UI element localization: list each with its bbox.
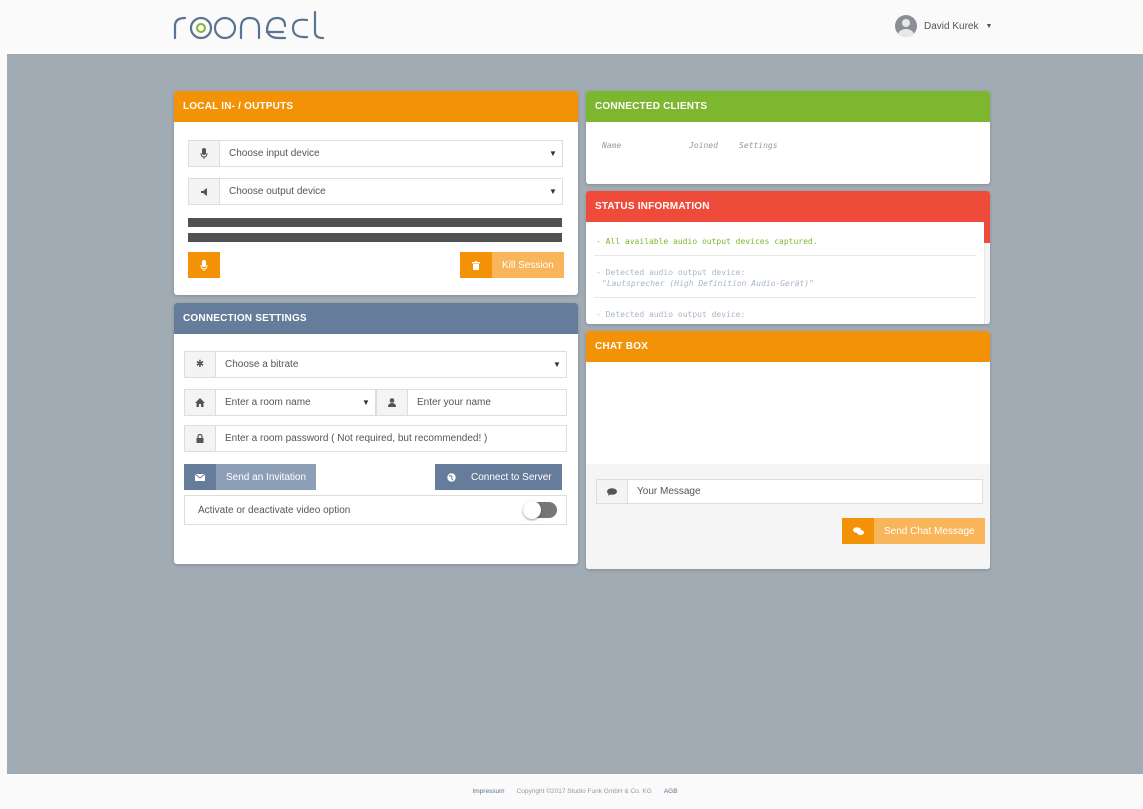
trash-icon bbox=[460, 252, 492, 278]
home-icon bbox=[185, 390, 216, 415]
input-device-text: Choose input device bbox=[229, 148, 320, 159]
input-level-meter bbox=[188, 218, 562, 227]
user-avatar-icon bbox=[895, 15, 917, 37]
kill-session-button[interactable]: Kill Session bbox=[460, 252, 564, 278]
connection-settings-title: CONNECTION SETTINGS bbox=[174, 303, 578, 334]
caret-down-icon: ▼ bbox=[362, 398, 370, 407]
chat-message-text: Your Message bbox=[637, 486, 701, 497]
send-chat-button[interactable]: Send Chat Message bbox=[842, 518, 985, 544]
roonect-logo[interactable]: roonect bbox=[173, 8, 325, 50]
chat-messages-area[interactable] bbox=[586, 362, 990, 464]
status-entry: - Detected audio output device: bbox=[596, 310, 746, 319]
bitrate-text: Choose a bitrate bbox=[225, 359, 299, 370]
impressum-link[interactable]: Impressum bbox=[472, 788, 504, 795]
your-name-input[interactable]: Enter your name bbox=[376, 389, 567, 416]
left-edge-strip bbox=[0, 0, 7, 809]
output-device-select[interactable]: Choose output device ▼ bbox=[188, 178, 563, 205]
your-name-text: Enter your name bbox=[417, 397, 491, 408]
page-footer: Impressum Copyright ©2017 Studio Funk Gm… bbox=[7, 774, 1143, 809]
send-invitation-label: Send an Invitation bbox=[226, 471, 307, 483]
connected-clients-panel: CONNECTED CLIENTS Name Joined Settings bbox=[586, 91, 990, 184]
agb-link[interactable]: AGB bbox=[664, 788, 678, 795]
input-device-select[interactable]: Choose input device ▼ bbox=[188, 140, 563, 167]
microphone-button[interactable] bbox=[188, 252, 220, 278]
status-entry-detail: "Lautsprecher (High Definition Audio-Ger… bbox=[602, 279, 814, 288]
status-information-panel: STATUS INFORMATION - All available audio… bbox=[586, 191, 990, 324]
bitrate-select[interactable]: ✱ Choose a bitrate ▼ bbox=[184, 351, 567, 378]
microphone-icon bbox=[188, 252, 220, 278]
caret-down-icon: ▼ bbox=[549, 187, 557, 196]
video-option-row: Activate or deactivate video option bbox=[184, 495, 567, 525]
scrollbar-thumb[interactable] bbox=[984, 222, 990, 243]
output-device-text: Choose output device bbox=[229, 186, 326, 197]
gear-icon: ✱ bbox=[185, 352, 216, 377]
video-option-label: Activate or deactivate video option bbox=[198, 504, 351, 516]
globe-icon bbox=[435, 464, 467, 490]
connect-server-label: Connect to Server bbox=[471, 471, 552, 483]
room-password-text: Enter a room password ( Not required, bu… bbox=[225, 433, 488, 444]
chat-box-title: CHAT BOX bbox=[586, 331, 990, 362]
copyright-text: Copyright ©2017 Studio Funk GmbH & Co. K… bbox=[516, 788, 652, 795]
caret-down-icon: ▼ bbox=[553, 360, 561, 369]
user-icon bbox=[377, 390, 408, 415]
connect-server-button[interactable]: Connect to Server bbox=[435, 464, 562, 490]
microphone-icon bbox=[189, 141, 220, 166]
kill-session-label: Kill Session bbox=[502, 259, 554, 271]
user-menu[interactable]: David Kurek ▼ bbox=[895, 14, 992, 38]
comment-icon bbox=[597, 480, 628, 503]
send-chat-label: Send Chat Message bbox=[884, 525, 975, 537]
user-name: David Kurek bbox=[924, 20, 979, 32]
caret-down-icon: ▼ bbox=[549, 149, 557, 158]
divider bbox=[594, 255, 976, 256]
envelope-icon bbox=[184, 464, 216, 490]
caret-down-icon: ▼ bbox=[985, 22, 993, 30]
logo-wordmark bbox=[173, 10, 325, 40]
column-name-header: Name bbox=[602, 141, 622, 150]
room-name-text: Enter a room name bbox=[225, 397, 311, 408]
top-header: roonect David Kurek ▼ bbox=[7, 0, 1143, 54]
chat-message-input[interactable]: Your Message bbox=[596, 479, 983, 504]
room-password-input[interactable]: Enter a room password ( Not required, bu… bbox=[184, 425, 567, 452]
send-invitation-button[interactable]: Send an Invitation bbox=[184, 464, 317, 490]
room-name-select[interactable]: Enter a room name ▼ bbox=[184, 389, 376, 416]
lock-icon bbox=[185, 426, 216, 451]
scrollbar-track[interactable] bbox=[984, 243, 990, 324]
chat-box-panel: CHAT BOX Your Message Send Chat Message bbox=[586, 331, 990, 569]
status-information-title: STATUS INFORMATION bbox=[586, 191, 990, 222]
connected-clients-title: CONNECTED CLIENTS bbox=[586, 91, 990, 122]
status-entry: - All available audio output devices cap… bbox=[596, 237, 818, 246]
local-io-title: LOCAL IN- / OUTPUTS bbox=[174, 91, 578, 122]
speaker-icon bbox=[189, 179, 220, 204]
status-entry: - Detected audio output device: bbox=[596, 268, 746, 277]
output-level-meter bbox=[188, 233, 562, 242]
column-joined-header: Joined bbox=[689, 141, 718, 150]
comments-icon bbox=[842, 518, 874, 544]
video-toggle[interactable] bbox=[523, 501, 557, 519]
local-io-panel: LOCAL IN- / OUTPUTS Choose input device … bbox=[174, 91, 578, 295]
column-settings-header: Settings bbox=[739, 141, 778, 150]
connection-settings-panel: CONNECTION SETTINGS ✱ Choose a bitrate ▼… bbox=[174, 303, 578, 564]
divider bbox=[594, 297, 976, 298]
